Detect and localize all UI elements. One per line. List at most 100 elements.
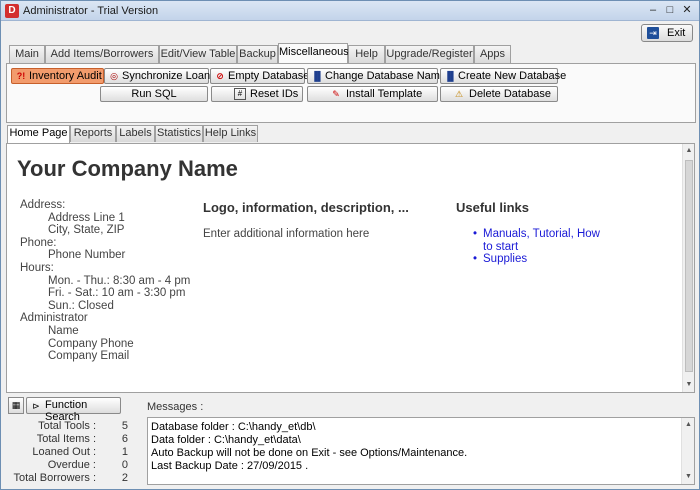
app-icon: D [5, 4, 19, 18]
ids-icon: # [234, 88, 246, 100]
maximize-button[interactable]: □ [661, 3, 679, 18]
hours-line: Fri. - Sat.: 10 am - 3:30 pm [48, 287, 186, 300]
tab-backup[interactable]: Backup [237, 45, 278, 63]
link-supplies-text[interactable]: Supplies [483, 253, 527, 265]
message-line: Database folder : C:\handy_et\db\ [151, 421, 316, 433]
address-line: Address Line 1 [48, 211, 125, 224]
messages-box[interactable]: Database folder : C:\handy_et\db\ Data f… [147, 417, 695, 485]
template-icon: ✎ [332, 89, 340, 99]
phone-label: Phone: [20, 236, 57, 249]
stats-panel: Total Tools : 5 Total Items : 6 Loaned Out… [6, 417, 144, 485]
install-template-button[interactable]: ✎ Install Template [307, 86, 438, 102]
tab-edit-view-table[interactable]: Edit/View Table [159, 45, 237, 63]
stat-row: Total Borrowers : 2 [6, 472, 134, 484]
empty-database-label: Empty Database [228, 70, 310, 82]
run-sql-label: Run SQL [131, 88, 177, 100]
audit-icon: ?! [16, 71, 26, 81]
synchronize-loans-label: Synchronize Loans [122, 70, 216, 82]
tab-labels[interactable]: Labels [116, 125, 155, 142]
inventory-audit-label: Inventory Audit [29, 70, 102, 82]
tab-home-page[interactable]: Home Page [7, 125, 70, 143]
change-database-name-label: Change Database Name [325, 70, 447, 82]
messages-scrollbar[interactable]: ▲ ▼ [681, 418, 694, 484]
window-title: Administrator - Trial Version [23, 5, 159, 17]
search-function-icon: ⊳ [32, 401, 40, 411]
tab-upgrade-register[interactable]: Upgrade/Register [385, 45, 474, 63]
title-bar[interactable]: D Administrator - Trial Version – □ ✕ [1, 1, 699, 21]
bullet-icon: • [473, 253, 478, 266]
stat-value: 6 [121, 433, 128, 445]
sync-icon: ◎ [110, 71, 118, 81]
scroll-up-icon[interactable]: ▲ [685, 147, 693, 155]
tab-help[interactable]: Help [348, 45, 385, 63]
hours-line: Sun.: Closed [48, 299, 114, 312]
company-name: Your Company Name [17, 156, 238, 181]
inventory-audit-button[interactable]: ?! Inventory Audit [11, 68, 104, 84]
run-sql-button[interactable]: Run SQL [100, 86, 208, 102]
useful-links-heading: Useful links [456, 200, 529, 215]
scroll-down-icon[interactable]: ▼ [685, 473, 692, 481]
delete-database-button[interactable]: ⚠ Delete Database [440, 86, 558, 102]
empty-database-button[interactable]: ⊘ Empty Database [210, 68, 309, 84]
stat-row: Total Tools : 5 [6, 420, 134, 432]
create-new-database-button[interactable]: ▐▌ Create New Database [440, 68, 566, 84]
grid-icon[interactable]: ▦ [8, 397, 24, 414]
link-manuals-text[interactable]: Manuals, Tutorial, How to start [483, 228, 600, 253]
synchronize-loans-button[interactable]: ◎ Synchronize Loans [104, 68, 216, 84]
reset-ids-label: Reset IDs [250, 88, 299, 100]
message-line: Auto Backup will not be done on Exit - s… [151, 447, 468, 459]
minimize-button[interactable]: – [644, 3, 662, 18]
exit-button-label: Exit [667, 27, 686, 39]
link-manuals[interactable]: • Manuals, Tutorial, How to start [473, 228, 603, 253]
change-database-name-button[interactable]: ▐▌ Change Database Name [307, 68, 446, 84]
hours-line: Mon. - Thu.: 8:30 am - 4 pm [48, 274, 191, 287]
tab-main[interactable]: Main [9, 45, 45, 63]
stat-value: 0 [121, 459, 128, 471]
create-new-database-label: Create New Database [458, 70, 567, 82]
stat-label: Total Tools : [38, 420, 96, 432]
stat-value: 5 [121, 420, 128, 432]
warning-icon: ⚠ [454, 89, 464, 99]
tab-apps[interactable]: Apps [474, 45, 511, 63]
exit-door-icon: ⇥ [647, 27, 659, 39]
address-line: City, State, ZIP [48, 224, 125, 237]
hours-label: Hours: [20, 261, 54, 274]
stat-label: Total Borrowers : [13, 472, 96, 484]
admin-line: Name [48, 324, 79, 337]
function-search-button[interactable]: ⊳ Function Search [26, 397, 121, 423]
exit-button[interactable]: ⇥ Exit [641, 24, 693, 42]
close-button[interactable]: ✕ [678, 3, 696, 18]
company-contact-block: Address: Address Line 1 City, State, ZIP… [20, 199, 200, 363]
tab-reports[interactable]: Reports [70, 125, 116, 142]
stat-label: Overdue : [47, 459, 96, 471]
database-icon: ▐▌ [444, 71, 457, 81]
stat-value: 2 [121, 472, 128, 484]
reset-ids-button[interactable]: # Reset IDs [211, 86, 303, 102]
tab-miscellaneous[interactable]: Miscellaneous [278, 43, 349, 63]
scroll-up-icon[interactable]: ▲ [685, 421, 692, 429]
application-window: D Administrator - Trial Version – □ ✕ ⇥ … [0, 0, 700, 490]
stat-label: Loaned Out : [32, 446, 96, 458]
scroll-down-icon[interactable]: ▼ [685, 381, 693, 389]
message-line: Last Backup Date : 27/09/2015 . [151, 460, 309, 472]
admin-line: Company Phone [48, 337, 134, 350]
tab-help-links[interactable]: Help Links [203, 125, 258, 142]
messages-label: Messages : [147, 401, 204, 413]
stat-value: 1 [121, 446, 128, 458]
scroll-thumb[interactable] [685, 160, 693, 372]
tab-statistics[interactable]: Statistics [155, 125, 203, 142]
message-line: Data folder : C:\handy_et\data\ [151, 434, 301, 446]
empty-db-icon: ⊘ [216, 71, 224, 81]
stat-row: Overdue : 0 [6, 459, 134, 471]
admin-line: Company Email [48, 350, 130, 363]
database-icon: ▐▌ [311, 71, 324, 81]
content-scrollbar[interactable]: ▲ ▼ [682, 144, 694, 392]
link-supplies[interactable]: • Supplies [473, 253, 603, 266]
stat-row: Total Items : 6 [6, 433, 134, 445]
tab-add-items-borrowers[interactable]: Add Items/Borrowers [45, 45, 159, 63]
bottom-panel: ▦ ⊳ Function Search Messages : Total Too… [6, 395, 696, 487]
logo-text: Enter additional information here [203, 228, 370, 240]
useful-links-list: • Manuals, Tutorial, How to start • Suppli… [473, 228, 603, 266]
delete-database-label: Delete Database [469, 88, 551, 100]
logo-heading: Logo, information, description, ... [203, 200, 409, 215]
